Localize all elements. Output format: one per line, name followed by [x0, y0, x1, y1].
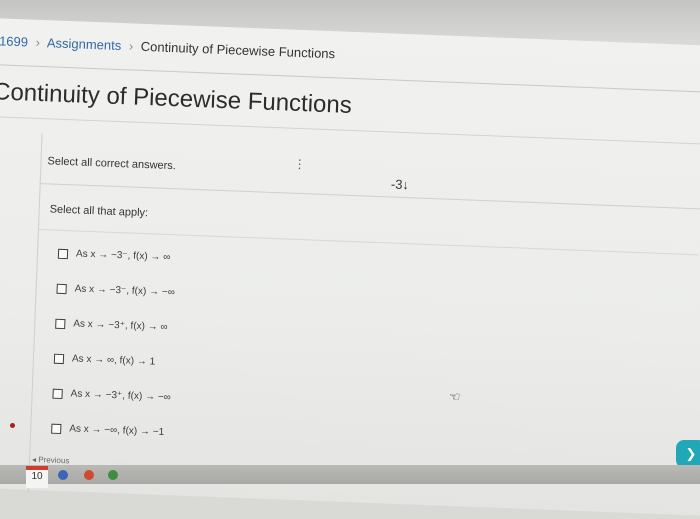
option-label: As x → −3⁺, f(x) → ∞	[73, 318, 168, 334]
app-icon[interactable]	[108, 470, 118, 480]
option-label: As x → −3⁻, f(x) → ∞	[75, 248, 171, 264]
taskbar	[0, 465, 700, 484]
red-dot-marker	[10, 423, 15, 428]
breadcrumb-course[interactable]: 1699	[0, 33, 28, 49]
hand-cursor-icon: ☜	[448, 388, 461, 405]
question-prompt: Select all that apply:	[49, 203, 149, 220]
breadcrumb-assignments[interactable]: Assignments	[47, 35, 122, 53]
app-icon[interactable]	[84, 470, 94, 480]
breadcrumb: 1699 › Assignments › Continuity of Piece…	[0, 33, 335, 61]
answer-option-1[interactable]: As x → −3⁻, f(x) → ∞	[57, 248, 171, 264]
answer-option-2[interactable]: As x → −3⁻, f(x) → −∞	[56, 283, 176, 299]
option-label: As x → −3⁺, f(x) → −∞	[70, 388, 171, 404]
checkbox[interactable]	[51, 423, 62, 434]
checkbox[interactable]	[53, 353, 65, 364]
breadcrumb-current: Continuity of Piecewise Functions	[140, 38, 336, 62]
dashed-line-mark: ⋮	[293, 156, 306, 172]
app-icon[interactable]	[58, 470, 68, 480]
checkbox[interactable]	[56, 283, 67, 294]
question-panel: Select all correct answers. ⋮ -3↓ Select…	[27, 133, 700, 519]
option-label: As x → ∞, f(x) → 1	[71, 353, 156, 368]
chat-bubble-icon[interactable]: ❯	[676, 440, 700, 468]
answer-option-5[interactable]: As x → −3⁺, f(x) → −∞	[52, 388, 171, 404]
chevron-right-icon: ›	[128, 38, 134, 54]
chevron-right-icon: ›	[35, 34, 41, 50]
calendar-icon[interactable]: 10	[26, 466, 48, 488]
assignment-page: 1699 › Assignments › Continuity of Piece…	[0, 18, 700, 519]
checkbox[interactable]	[55, 318, 66, 329]
option-label: As x → −3⁻, f(x) → −∞	[74, 283, 176, 299]
answer-option-6[interactable]: As x → −∞, f(x) → −1	[51, 423, 164, 438]
answer-option-4[interactable]: As x → ∞, f(x) → 1	[53, 353, 156, 368]
previous-button[interactable]: ◂ Previous	[32, 455, 70, 465]
question-instruction: Select all correct answers.	[47, 155, 177, 173]
graph-annotation: -3↓	[390, 176, 410, 193]
answer-option-3[interactable]: As x → −3⁺, f(x) → ∞	[55, 318, 168, 333]
checkbox[interactable]	[57, 248, 69, 259]
divider	[40, 183, 700, 210]
option-label: As x → −∞, f(x) → −1	[69, 423, 165, 438]
page-title: Continuity of Piecewise Functions	[0, 78, 353, 119]
checkbox[interactable]	[52, 388, 63, 399]
